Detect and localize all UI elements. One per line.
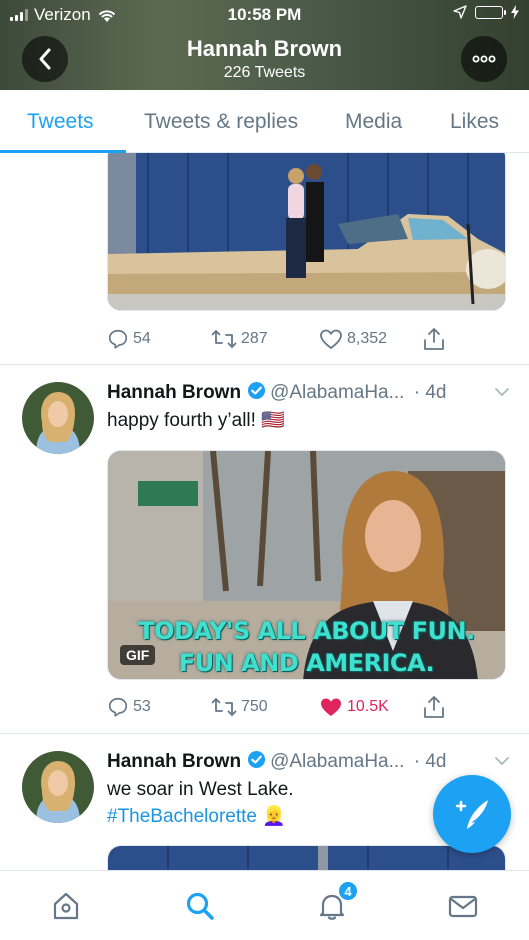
nav-search[interactable] (183, 889, 217, 923)
share-icon (424, 328, 444, 350)
profile-tabs: Tweets Tweets & replies Media Likes (0, 90, 529, 153)
verified-badge-icon (248, 381, 266, 400)
reply-count: 54 (133, 330, 151, 347)
tweet-text: we soar in West Lake. #TheBachelorette 👱… (107, 776, 294, 830)
avatar[interactable] (22, 382, 94, 454)
retweet-count: 287 (241, 330, 268, 347)
tweet-divider (0, 733, 529, 734)
tweet-header: Hannah Brown @AlabamaHa... · 4d (107, 750, 511, 776)
tab-tweets-and-replies[interactable]: Tweets & replies (144, 90, 298, 153)
nav-messages[interactable] (446, 889, 480, 923)
reply-icon (108, 329, 128, 349)
flag-emoji: 🇺🇸 (261, 410, 285, 431)
retweet-icon (211, 698, 237, 716)
status-bar: Verizon 10:58 PM (0, 0, 529, 30)
nav-notifications[interactable]: 4 (315, 880, 359, 923)
photo-preview (108, 846, 505, 870)
heart-icon (320, 329, 342, 349)
avatar[interactable] (22, 751, 94, 823)
retweet-button[interactable]: 287 (211, 324, 268, 354)
airplane-photo (108, 153, 505, 310)
more-button[interactable] (461, 36, 507, 82)
tweet-time: · 4d (413, 382, 447, 403)
author-name[interactable]: Hannah Brown (107, 751, 241, 772)
tweet-time: · 4d (413, 751, 447, 772)
author-handle[interactable]: @AlabamaHa... (270, 382, 404, 403)
author-name[interactable]: Hannah Brown (107, 382, 241, 403)
tweet-actions: 54 287 8,352 (107, 324, 467, 354)
verified-badge-icon (248, 750, 266, 769)
gif-caption-line-1: TODAY'S ALL ABOUT FUN. (138, 617, 475, 645)
like-button[interactable]: 8,352 (319, 324, 387, 354)
reply-button[interactable]: 54 (107, 324, 151, 354)
avatar-image (22, 382, 94, 454)
tab-media[interactable]: Media (345, 90, 402, 153)
reply-count: 53 (133, 698, 151, 715)
home-icon (53, 892, 79, 920)
reply-icon (108, 697, 128, 717)
tweet-count: 226 Tweets (223, 64, 306, 81)
tab-likes[interactable]: Likes (450, 90, 499, 153)
hashtag-emoji: 👱‍♀️ (262, 806, 286, 827)
tweet-body: we soar in West Lake. (107, 779, 294, 800)
tweet-header: Hannah Brown @AlabamaHa... · 4d (107, 381, 511, 407)
hashtag-link[interactable]: #TheBachelorette (107, 806, 257, 827)
author-handle[interactable]: @AlabamaHa... (270, 751, 404, 772)
tweet-body: happy fourth y’all! (107, 410, 256, 431)
heart-filled-icon (321, 698, 341, 716)
status-time: 10:58 PM (227, 5, 302, 24)
tweet-text: happy fourth y’all! 🇺🇸 (107, 407, 285, 434)
profile-header: Verizon 10:58 PM Hannah Brown 226 Tweets (0, 0, 529, 90)
tweet-actions: 53 750 10.5K (107, 692, 467, 722)
tweet-photo-airplane[interactable] (107, 153, 506, 311)
tweet-photo[interactable] (107, 845, 506, 870)
like-count: 10.5K (347, 698, 389, 715)
battery-icon (475, 5, 506, 19)
retweet-button[interactable]: 750 (211, 692, 268, 722)
gif-caption-line-2: FUN AND AMERICA. (178, 649, 435, 677)
messages-icon (448, 895, 478, 918)
tweet-feed[interactable]: 54 287 8,352 Hannah Brown @AlabamaHa... ·… (0, 153, 529, 870)
location-arrow-icon (453, 5, 467, 19)
gif-frame (108, 451, 505, 679)
compose-tweet-icon (455, 800, 488, 829)
share-button[interactable] (423, 324, 445, 354)
avatar-image (22, 751, 94, 823)
nav-home[interactable] (49, 889, 83, 923)
share-icon (424, 696, 444, 718)
tweet-gif[interactable]: TODAY'S ALL ABOUT FUN. FUN AND AMERICA. … (107, 450, 506, 680)
chevron-down-icon[interactable] (493, 752, 511, 770)
gif-badge: GIF (120, 645, 156, 665)
bottom-navigation: 4 (0, 870, 529, 940)
reply-button[interactable]: 53 (107, 692, 151, 722)
chevron-down-icon[interactable] (493, 383, 511, 401)
like-count: 8,352 (347, 330, 388, 347)
tweet-divider (0, 364, 529, 365)
charging-bolt-icon (511, 5, 519, 19)
profile-name: Hannah Brown (186, 36, 343, 61)
more-horizontal-icon (472, 55, 496, 63)
retweet-count: 750 (241, 698, 268, 715)
notification-badge: 4 (337, 880, 359, 902)
like-button[interactable]: 10.5K (319, 692, 389, 722)
compose-tweet-button[interactable] (433, 775, 511, 853)
share-button[interactable] (423, 692, 445, 722)
search-icon (186, 892, 214, 920)
tab-tweets[interactable]: Tweets (27, 90, 94, 153)
retweet-icon (211, 330, 237, 348)
